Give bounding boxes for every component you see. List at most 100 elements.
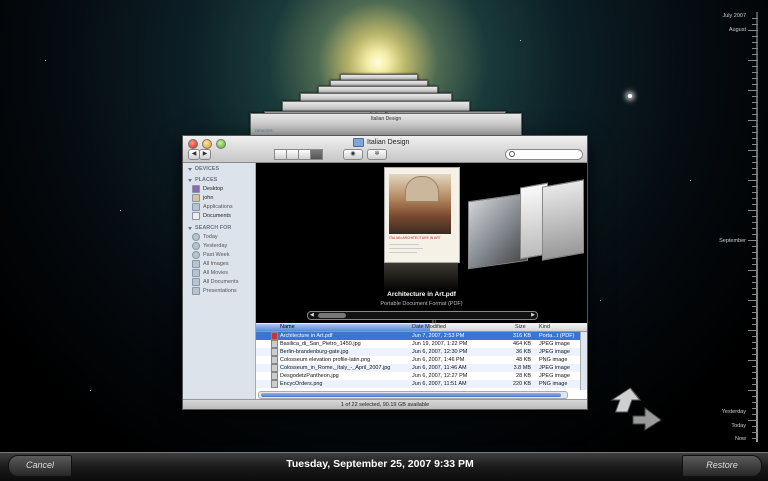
- timeline-tick: [752, 198, 758, 199]
- timeline-tick: [752, 192, 758, 193]
- sidebar-item-desktop[interactable]: Desktop: [192, 184, 255, 193]
- coverflow-view-button[interactable]: [310, 149, 323, 160]
- timeline-tick: [752, 114, 758, 115]
- timeline-tick: [752, 96, 758, 97]
- sidebar-item-presentations[interactable]: Presentations: [192, 286, 255, 295]
- file-icon: [271, 364, 278, 372]
- sidebar-header-places[interactable]: PLACES: [188, 177, 255, 183]
- scroll-left-icon[interactable]: ◀: [310, 312, 314, 319]
- history-window-title: Italian Design: [370, 116, 402, 122]
- sidebar-item-past-week[interactable]: Past Week: [192, 250, 255, 259]
- timeline-label[interactable]: Today: [686, 423, 746, 429]
- timeline-label[interactable]: Yesterday: [686, 409, 746, 415]
- timeline-tick: [752, 414, 758, 415]
- table-row[interactable]: Berlin-brandenburg-gate.jpg Jun 6, 2007,…: [256, 348, 587, 356]
- coverflow-scrollbar[interactable]: ◀ ▶: [307, 311, 538, 320]
- timeline-tick: [752, 174, 758, 175]
- timeline-tick: [752, 306, 758, 307]
- column-header-kind[interactable]: Kind: [539, 324, 550, 331]
- applications-icon: [192, 202, 200, 211]
- quicklook-button[interactable]: ◉: [343, 149, 363, 160]
- table-row[interactable]: Architecture in Art.pdf Jun 7, 2007, 2:5…: [256, 332, 587, 340]
- coverflow-scroll-thumb[interactable]: [318, 313, 346, 318]
- history-sidebar-label: DEVICES: [255, 128, 273, 133]
- timeline-tick: [752, 378, 758, 379]
- timeline-label[interactable]: July 2007: [686, 13, 746, 19]
- time-navigation-arrows[interactable]: [605, 386, 667, 431]
- coverflow-document-preview[interactable]: ITALIAN ARCHITECTURE IN ART: [384, 167, 460, 263]
- action-button[interactable]: ✲: [367, 149, 387, 160]
- timeline-label[interactable]: August: [686, 27, 746, 33]
- sidebar-header-devices[interactable]: DEVICES: [188, 166, 255, 172]
- history-window[interactable]: Italian Design DEVICES: [250, 113, 522, 137]
- sidebar-header-search-for[interactable]: SEARCH FOR: [188, 225, 255, 231]
- smart-folder-icon: [192, 286, 200, 295]
- timeline-tick: [752, 342, 758, 343]
- document-caption: ITALIAN ARCHITECTURE IN ART: [389, 236, 441, 240]
- sidebar-item-applications[interactable]: Applications: [192, 202, 255, 211]
- coverflow-pane[interactable]: ITALIAN ARCHITECTURE IN ART Architecture…: [256, 163, 587, 326]
- star: [520, 40, 521, 41]
- minimize-button[interactable]: [202, 139, 212, 149]
- scroll-right-icon[interactable]: ▶: [531, 312, 535, 319]
- cancel-button[interactable]: Cancel: [8, 455, 72, 477]
- forward-button[interactable]: ▶: [199, 149, 211, 160]
- star: [45, 60, 46, 61]
- view-switcher[interactable]: [274, 149, 323, 160]
- sidebar-item-documents[interactable]: Documents: [192, 211, 255, 220]
- timeline-tick: [748, 60, 758, 61]
- finder-window[interactable]: Italian Design ◀ ▶ ◉ ✲ DEVICES PLACES De…: [182, 135, 588, 410]
- timeline-tick: [752, 102, 758, 103]
- coverflow-side-item[interactable]: [542, 179, 584, 261]
- timeline-label[interactable]: Now: [686, 436, 746, 442]
- status-text: 1 of 22 selected, 90.19 GB available: [340, 402, 430, 408]
- timeline-tick: [752, 372, 758, 373]
- coverflow-side-item[interactable]: [468, 192, 528, 270]
- list-vertical-scrollbar[interactable]: [580, 332, 587, 390]
- sidebar-item-yesterday[interactable]: Yesterday: [192, 241, 255, 250]
- timeline-tick: [748, 30, 758, 31]
- file-icon: [271, 380, 278, 388]
- table-row[interactable]: Colosseum_in_Rome,_Italy_-_April_2007.jp…: [256, 364, 587, 372]
- coverflow-reflection: [384, 262, 458, 292]
- timeline-tick: [752, 48, 758, 49]
- finder-titlebar[interactable]: Italian Design ◀ ▶ ◉ ✲: [183, 136, 587, 163]
- list-horizontal-scrollbar[interactable]: [258, 391, 568, 399]
- table-row[interactable]: EncycOrders.png Jun 6, 2007, 11:51 AM 22…: [256, 380, 587, 388]
- star: [600, 300, 601, 301]
- sidebar-item-all-images[interactable]: All Images: [192, 259, 255, 268]
- timeline-tick: [752, 108, 758, 109]
- column-header-name[interactable]: Name: [256, 324, 430, 331]
- column-header-size[interactable]: Size: [515, 324, 526, 331]
- timeline-tick: [752, 324, 758, 325]
- timeline-tick: [752, 132, 758, 133]
- timeline-tick: [752, 396, 758, 397]
- back-in-time-arrow-icon: [610, 387, 642, 413]
- column-header-date[interactable]: Date Modified: [412, 324, 446, 331]
- restore-button[interactable]: Restore: [682, 455, 762, 477]
- file-list[interactable]: Name Date Modified Size Kind Architectur…: [256, 324, 587, 399]
- timeline-tick: [752, 432, 758, 433]
- table-row[interactable]: Colosseum elevation profile-latin.png Ju…: [256, 356, 587, 364]
- timeline-tick: [748, 270, 758, 271]
- timeline-tick: [748, 180, 758, 181]
- sidebar-item-today[interactable]: Today: [192, 232, 255, 241]
- sidebar: DEVICES PLACES Desktop john Applications…: [183, 163, 256, 399]
- sidebar-item-all-movies[interactable]: All Movies: [192, 268, 255, 277]
- sidebar-item-all-documents[interactable]: All Documents: [192, 277, 255, 286]
- timeline-label[interactable]: September: [686, 238, 746, 244]
- timeline-tick: [752, 162, 758, 163]
- timeline-tick: [748, 90, 758, 91]
- zoom-button[interactable]: [216, 139, 226, 149]
- smart-folder-icon: [192, 277, 200, 286]
- sidebar-item-home[interactable]: john: [192, 193, 255, 202]
- eye-icon: ◉: [350, 151, 356, 157]
- timeline-tick: [752, 18, 758, 19]
- table-row[interactable]: Basilica_di_San_Pietro_1450.jpg Jun 19, …: [256, 340, 587, 348]
- close-button[interactable]: [188, 139, 198, 149]
- timeline-tick: [752, 258, 758, 259]
- window-title: Italian Design: [353, 138, 409, 147]
- table-row[interactable]: DesgodetzPantheon.jpg Jun 6, 2007, 12:27…: [256, 372, 587, 380]
- list-scroll-thumb[interactable]: [261, 393, 561, 397]
- search-input[interactable]: [505, 149, 583, 160]
